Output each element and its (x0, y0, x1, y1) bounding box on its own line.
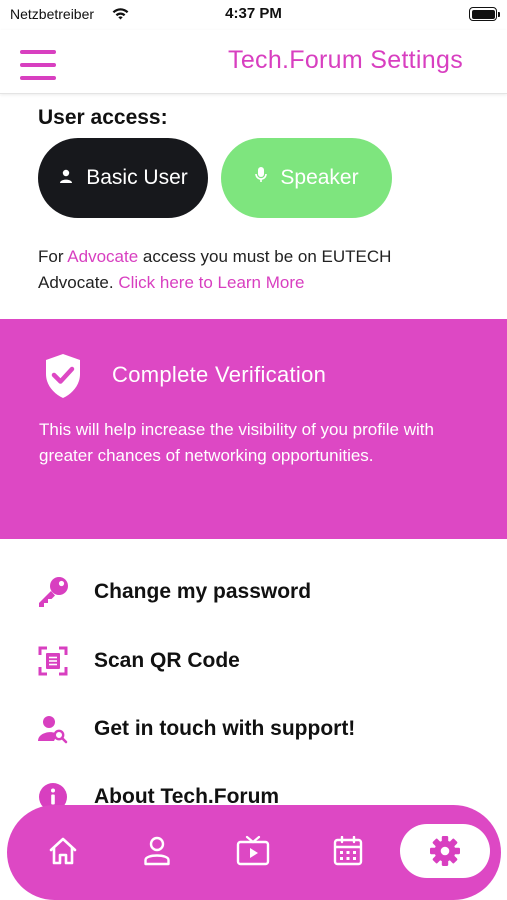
complete-verification-title[interactable]: Complete Verification (112, 362, 326, 388)
clock: 4:37 PM (225, 5, 282, 22)
advocate-note: For Advocate access you must be on EUTEC… (38, 244, 458, 296)
qr-scan-icon (36, 644, 70, 678)
home-icon[interactable] (43, 831, 83, 871)
change-password-item[interactable]: Change my password (36, 570, 466, 614)
status-bar: Netzbetreiber 4:37 PM (0, 0, 507, 30)
speaker-label: Speaker (280, 166, 359, 189)
profile-icon[interactable] (137, 831, 177, 871)
advocate-link[interactable]: Advocate (67, 247, 138, 266)
battery-icon (469, 7, 500, 21)
hamburger-icon[interactable] (20, 50, 56, 80)
learn-more-link[interactable]: Click here to Learn More (118, 273, 304, 292)
settings-gear-icon[interactable] (400, 824, 490, 878)
speaker-button[interactable]: Speaker (221, 138, 392, 218)
user-access-label: User access: (38, 106, 168, 129)
key-icon (36, 575, 70, 609)
advocate-note-prefix: For (38, 247, 68, 266)
microphone-icon (254, 166, 268, 190)
tv-icon[interactable] (233, 831, 273, 871)
page-title: Tech.Forum Settings (228, 46, 463, 74)
person-icon (58, 166, 74, 190)
shield-check-icon (43, 352, 83, 405)
basic-user-label: Basic User (86, 166, 188, 189)
change-password-label: Change my password (94, 580, 312, 603)
basic-user-button[interactable]: Basic User (38, 138, 208, 218)
scan-qr-label: Scan QR Code (94, 649, 240, 672)
verification-description: This will help increase the visibility o… (39, 420, 434, 465)
app-header: Tech.Forum Settings (0, 30, 507, 94)
verification-panel: Complete Verification This will help inc… (0, 319, 507, 539)
scan-qr-item[interactable]: Scan QR Code (36, 639, 466, 683)
bottom-nav (7, 805, 501, 900)
support-item[interactable]: Get in touch with support! (36, 707, 466, 751)
support-label: Get in touch with support! (94, 717, 356, 740)
person-search-icon (36, 712, 70, 746)
calendar-icon[interactable] (328, 831, 368, 871)
